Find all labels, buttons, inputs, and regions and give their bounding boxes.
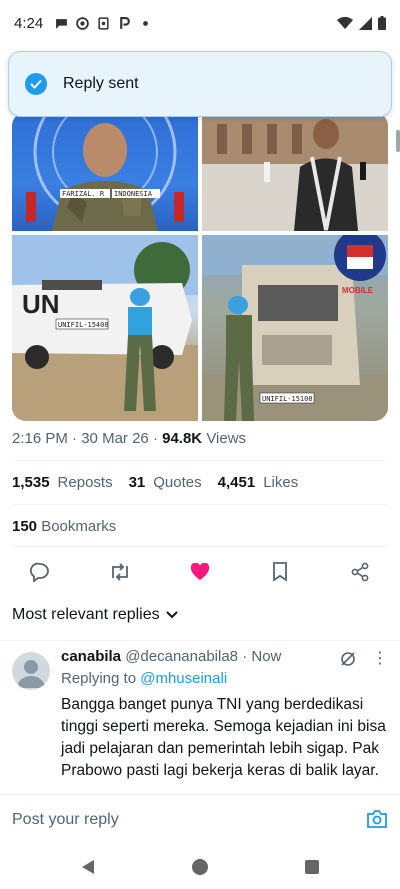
home-icon[interactable] [191, 858, 209, 876]
signal-icon [359, 16, 372, 30]
reposts-label[interactable]: Reposts [58, 474, 113, 491]
camera-icon[interactable] [366, 809, 388, 829]
reply-handle[interactable]: @decananabila8 [125, 648, 238, 665]
tweet-time: 2:16 PM [12, 430, 68, 447]
divider [12, 504, 388, 505]
reply-input-placeholder[interactable]: Post your reply [12, 811, 119, 829]
sort-label: Most relevant replies [12, 606, 160, 623]
meta-separator: · [72, 430, 78, 447]
reply-composer[interactable]: Post your reply [0, 794, 400, 844]
parking-icon [120, 16, 131, 29]
battery-icon [378, 16, 386, 30]
likes-label[interactable]: Likes [263, 474, 298, 491]
name-patch: FARIZAL. R [62, 190, 105, 198]
quotes-count[interactable]: 31 [129, 474, 146, 491]
photo-soldier-armored-truck[interactable]: UNIFIL-15108 MOBILE [202, 235, 388, 421]
reply-sent-toast[interactable]: Reply sent [8, 51, 392, 117]
photo-man-courtyard[interactable] [202, 112, 388, 231]
bookmarks-label: Bookmarks [41, 518, 117, 535]
mobile-badge-text: MOBILE [342, 286, 374, 295]
status-bar: 4:24 [0, 0, 400, 46]
apc-plate: UNIFIL-15400 [58, 321, 109, 329]
apc-un-text: UN [22, 289, 60, 319]
truck-plate: UNIFIL-15108 [262, 395, 313, 403]
bookmarks-stat[interactable]: 150 Bookmarks [12, 518, 116, 535]
replying-to-prefix: Replying to [61, 670, 137, 687]
like-icon[interactable] [188, 560, 212, 584]
reply-text: Bangga banget punya TNI yang berdedikasi… [61, 696, 386, 779]
repost-icon[interactable] [108, 560, 132, 584]
recents-icon[interactable] [303, 858, 321, 876]
replies-sort-dropdown[interactable]: Most relevant replies [12, 606, 178, 624]
check-circle-icon [25, 73, 47, 95]
sim-icon [98, 16, 109, 30]
views-count[interactable]: 94.8K [162, 430, 202, 447]
courtyard-image [202, 112, 388, 231]
chat-icon [56, 18, 68, 29]
reposts-count[interactable]: 1,535 [12, 474, 50, 491]
meta-separator: · [152, 430, 158, 447]
engagement-stats: 1,535 Reposts 31 Quotes 4,451 Likes [12, 474, 298, 491]
share-icon[interactable] [348, 560, 372, 584]
apc-soldier-image: UN UNIFIL-15400 [12, 235, 198, 421]
reply-time: · Now [242, 648, 282, 665]
views-label[interactable]: Views [206, 430, 246, 447]
divider [12, 460, 388, 461]
likes-count[interactable]: 4,451 [218, 474, 256, 491]
reply-header: canabila @decananabila8 · Now [61, 648, 281, 665]
wifi-icon [337, 16, 353, 29]
tweet-meta: 2:16 PM · 30 Mar 26 · 94.8K Views [12, 430, 246, 447]
country-patch: INDONESIA [114, 190, 153, 198]
scrollbar-thumb[interactable] [396, 130, 400, 152]
divider [0, 640, 400, 641]
tweet-media-grid: FARIZAL. R INDONESIA UN UNIFIL-15400 UNI… [12, 112, 388, 421]
bookmark-icon[interactable] [268, 560, 292, 584]
replying-to: Replying to @mhuseinali [61, 670, 227, 687]
reply-item[interactable]: canabila @decananabila8 · Now ⋮ Replying… [0, 644, 400, 794]
un-flag-soldier-image: FARIZAL. R INDONESIA [26, 112, 184, 231]
messenger-icon [76, 16, 89, 30]
status-time: 4:24 [14, 14, 44, 32]
grok-icon[interactable] [339, 650, 357, 668]
photo-soldier-un-flag[interactable]: FARIZAL. R INDONESIA [12, 112, 198, 231]
system-nav-bar [0, 844, 400, 889]
action-bar [0, 560, 400, 584]
back-icon[interactable] [80, 858, 98, 876]
photo-soldier-apc[interactable]: UN UNIFIL-15400 [12, 235, 198, 421]
reply-icon[interactable] [28, 560, 52, 584]
more-options-icon[interactable]: ⋮ [372, 648, 388, 668]
bookmarks-count: 150 [12, 518, 38, 535]
tweet-date: 30 Mar 26 [81, 430, 149, 447]
quotes-label[interactable]: Quotes [153, 474, 201, 491]
chevron-down-icon [165, 611, 178, 619]
replying-to-handle[interactable]: @mhuseinali [140, 670, 227, 687]
divider [12, 546, 388, 547]
armored-truck-image: UNIFIL-15108 MOBILE [202, 235, 388, 421]
avatar[interactable] [12, 652, 50, 690]
dot-icon [143, 20, 149, 26]
reply-display-name[interactable]: canabila [61, 648, 121, 665]
toast-label: Reply sent [63, 75, 139, 92]
